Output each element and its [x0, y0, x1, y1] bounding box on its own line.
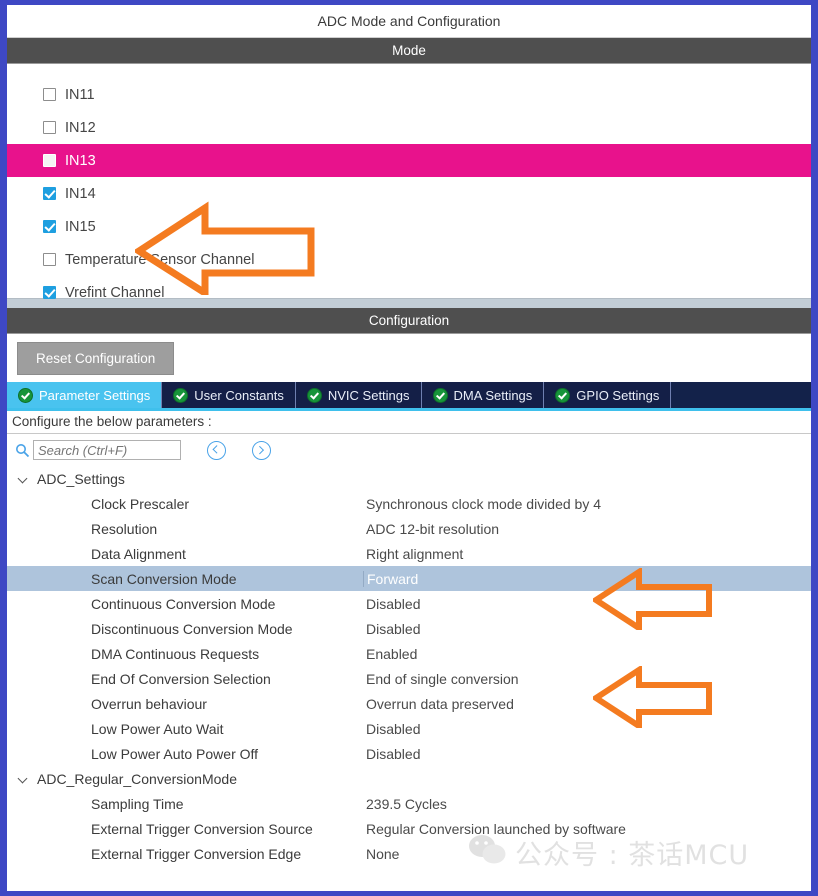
param-name: Data Alignment: [91, 545, 186, 562]
channel-label: IN15: [65, 218, 96, 235]
chevron-left-circle-icon[interactable]: [207, 440, 226, 460]
checkbox-icon[interactable]: [43, 187, 56, 200]
param-value[interactable]: Enabled: [363, 646, 811, 662]
checkbox-icon[interactable]: [43, 88, 56, 101]
configuration-section-header: Configuration: [7, 308, 811, 334]
checkbox-icon[interactable]: [43, 220, 56, 233]
param-value[interactable]: ADC 12-bit resolution: [363, 521, 811, 537]
checkbox-icon[interactable]: [43, 154, 56, 167]
search-input[interactable]: [33, 440, 181, 460]
param-row[interactable]: External Trigger Conversion Source Regula…: [7, 816, 811, 841]
tab-label: GPIO Settings: [576, 387, 660, 403]
param-row[interactable]: Overrun behaviour Overrun data preserved: [7, 691, 811, 716]
channel-label: IN13: [65, 152, 96, 169]
chevron-right-circle-icon[interactable]: [252, 440, 271, 460]
param-name: Resolution: [91, 520, 158, 537]
param-name: End Of Conversion Selection: [91, 670, 271, 687]
mode-section-header: Mode: [7, 38, 811, 64]
param-value[interactable]: Overrun data preserved: [363, 696, 811, 712]
param-name: Scan Conversion Mode: [91, 570, 237, 587]
channel-row-in14[interactable]: IN14: [7, 177, 811, 210]
checkbox-icon[interactable]: [43, 286, 56, 299]
checkbox-icon[interactable]: [43, 253, 56, 266]
reset-configuration-button[interactable]: Reset Configuration: [17, 341, 175, 375]
chevron-down-icon[interactable]: [17, 472, 30, 485]
search-icon: [15, 443, 30, 458]
green-check-icon: [173, 387, 189, 403]
param-name: Sampling Time: [91, 795, 184, 812]
window-title: ADC Mode and Configuration: [7, 5, 811, 38]
param-value[interactable]: Forward: [363, 570, 811, 587]
adc-configuration-window: ADC Mode and Configuration Mode IN11 IN12…: [0, 0, 818, 896]
tab-label: NVIC Settings: [327, 387, 410, 403]
param-name: Overrun behaviour: [91, 695, 207, 712]
green-check-icon: [432, 387, 448, 403]
param-value[interactable]: None: [363, 846, 811, 862]
channel-row-in11[interactable]: IN11: [7, 78, 811, 111]
param-name: Clock Prescaler: [91, 495, 190, 512]
param-row[interactable]: Low Power Auto Power Off Disabled: [7, 741, 811, 766]
param-name: Low Power Auto Power Off: [91, 745, 259, 762]
search-row: [7, 434, 811, 466]
param-row[interactable]: End Of Conversion Selection End of single…: [7, 666, 811, 691]
param-row[interactable]: Data Alignment Right alignment: [7, 541, 811, 566]
channel-row-temperature-sensor-channel[interactable]: Temperature Sensor Channel: [7, 243, 811, 276]
param-row[interactable]: Continuous Conversion Mode Disabled: [7, 591, 811, 616]
tab-label: User Constants: [194, 387, 284, 403]
tab-dma-settings[interactable]: DMA Settings: [421, 382, 545, 408]
param-row[interactable]: Clock Prescaler Synchronous clock mode di…: [7, 491, 811, 516]
tab-label: Parameter Settings: [39, 387, 151, 403]
mode-channel-list: IN11 IN12 IN13 IN14 IN15 Temperature Sensor C…: [7, 64, 811, 301]
channel-row-in15[interactable]: IN15: [7, 210, 811, 243]
param-name: Discontinuous Conversion Mode: [91, 620, 293, 637]
param-value[interactable]: Regular Conversion launched by software: [363, 821, 811, 837]
configuration-tab-bar: Parameter Settings User Constants NVIC Set…: [7, 382, 811, 411]
param-value[interactable]: End of single conversion: [363, 671, 811, 687]
chevron-down-icon[interactable]: [17, 772, 30, 785]
param-value[interactable]: Disabled: [363, 721, 811, 737]
checkbox-icon[interactable]: [43, 121, 56, 134]
tab-parameter-settings[interactable]: Parameter Settings: [7, 382, 163, 408]
tab-user-constants[interactable]: User Constants: [162, 382, 296, 408]
tab-gpio-settings[interactable]: GPIO Settings: [544, 382, 672, 408]
param-value[interactable]: Disabled: [363, 596, 811, 612]
green-check-icon: [18, 387, 33, 403]
channel-label: IN14: [65, 185, 96, 202]
parameter-tree: ADC_Settings Clock Prescaler Synchronous c…: [7, 466, 811, 866]
tab-label: DMA Settings: [453, 387, 533, 403]
param-group-adc_settings[interactable]: ADC_Settings: [7, 466, 811, 491]
param-value[interactable]: Synchronous clock mode divided by 4: [363, 496, 811, 512]
param-name: Continuous Conversion Mode: [91, 595, 276, 612]
param-row[interactable]: Resolution ADC 12-bit resolution: [7, 516, 811, 541]
param-name: External Trigger Conversion Source: [91, 820, 313, 837]
param-value[interactable]: 239.5 Cycles: [363, 796, 811, 812]
channel-label: Temperature Sensor Channel: [65, 251, 255, 268]
green-check-icon: [306, 387, 322, 403]
param-row[interactable]: Discontinuous Conversion Mode Disabled: [7, 616, 811, 641]
tab-nvic-settings[interactable]: NVIC Settings: [295, 382, 422, 408]
param-row[interactable]: Sampling Time 239.5 Cycles: [7, 791, 811, 816]
configure-hint-label: Configure the below parameters :: [7, 411, 811, 434]
channel-row-in12[interactable]: IN12: [7, 111, 811, 144]
param-name: DMA Continuous Requests: [91, 645, 260, 662]
param-name: Low Power Auto Wait: [91, 720, 224, 737]
param-row[interactable]: DMA Continuous Requests Enabled: [7, 641, 811, 666]
param-group-label: ADC_Regular_ConversionMode: [37, 770, 237, 787]
channel-label: IN11: [65, 86, 95, 103]
param-group-label: ADC_Settings: [37, 470, 125, 487]
param-row[interactable]: External Trigger Conversion Edge None: [7, 841, 811, 866]
channel-label: IN12: [65, 119, 96, 136]
channel-label: Vrefint Channel: [65, 284, 165, 301]
param-row[interactable]: Low Power Auto Wait Disabled: [7, 716, 811, 741]
param-value[interactable]: Right alignment: [363, 546, 811, 562]
green-check-icon: [555, 387, 571, 403]
param-value[interactable]: Disabled: [363, 746, 811, 762]
reset-configuration-area: Reset Configuration: [7, 334, 811, 382]
param-name: External Trigger Conversion Edge: [91, 845, 302, 862]
param-row[interactable]: Scan Conversion Mode Forward: [7, 566, 811, 591]
channel-row-in13[interactable]: IN13: [7, 144, 811, 177]
param-group-adc_regular_conversionmode[interactable]: ADC_Regular_ConversionMode: [7, 766, 811, 791]
param-value[interactable]: Disabled: [363, 621, 811, 637]
